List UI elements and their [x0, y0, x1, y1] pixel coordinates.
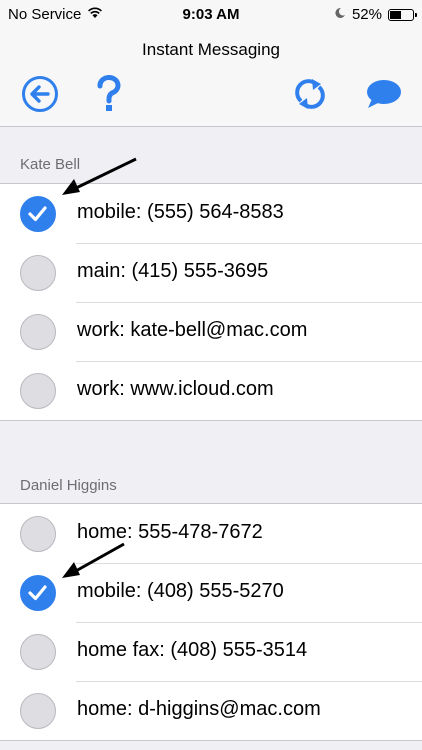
radio-checkbox[interactable] — [20, 575, 56, 611]
back-arrow-icon — [21, 75, 59, 118]
radio-checkbox[interactable] — [20, 516, 56, 552]
battery-percent: 52% — [351, 6, 382, 23]
entry-label: home: d-higgins@mac.com — [77, 698, 321, 720]
radio-checkbox[interactable] — [20, 373, 56, 409]
contact-group-kate-bell: mobile: (555) 564-8583 main: (415) 555-3… — [0, 183, 422, 421]
battery-icon — [388, 8, 417, 21]
entry-label: home: 555-478-7672 — [77, 521, 263, 543]
refresh-icon — [292, 76, 328, 117]
message-bubble-icon — [365, 78, 403, 115]
entry-label: mobile: (555) 564-8583 — [77, 201, 284, 223]
entry-label: home fax: (408) 555-3514 — [77, 639, 308, 661]
moon-icon — [334, 6, 346, 23]
back-button[interactable] — [20, 75, 60, 118]
nav-title: Instant Messaging — [142, 40, 280, 59]
section-header-daniel-higgins: Daniel Higgins — [20, 477, 117, 494]
list-item[interactable]: home: d-higgins@mac.com — [0, 681, 422, 740]
entry-label: work: kate-bell@mac.com — [77, 319, 308, 341]
list-item[interactable]: main: (415) 555-3695 — [0, 243, 422, 302]
list-item[interactable]: home: 555-478-7672 — [0, 504, 422, 563]
nav-bar: Instant Messaging — [0, 30, 422, 127]
status-right: 52% — [334, 6, 417, 23]
message-button[interactable] — [364, 76, 404, 116]
radio-checkbox[interactable] — [20, 693, 56, 729]
section-header-kate-bell: Kate Bell — [20, 156, 81, 173]
entry-label: mobile: (408) 555-5270 — [77, 580, 284, 602]
radio-checkbox[interactable] — [20, 314, 56, 350]
radio-checkbox[interactable] — [20, 255, 56, 291]
radio-checkbox[interactable] — [20, 634, 56, 670]
list-item[interactable]: work: www.icloud.com — [0, 361, 422, 420]
help-icon — [94, 74, 124, 118]
list-item[interactable]: mobile: (555) 564-8583 — [0, 184, 422, 243]
radio-checkbox[interactable] — [20, 196, 56, 232]
list-item[interactable]: mobile: (408) 555-5270 — [0, 563, 422, 622]
entry-label: work: www.icloud.com — [77, 378, 274, 400]
status-bar: No Service 9:03 AM 52% — [0, 0, 422, 30]
help-button[interactable] — [89, 74, 129, 118]
list-item[interactable]: home fax: (408) 555-3514 — [0, 622, 422, 681]
refresh-button[interactable] — [290, 76, 330, 116]
list-item[interactable]: work: kate-bell@mac.com — [0, 302, 422, 361]
contact-group-daniel-higgins: home: 555-478-7672 mobile: (408) 555-527… — [0, 503, 422, 741]
entry-label: main: (415) 555-3695 — [77, 260, 269, 282]
